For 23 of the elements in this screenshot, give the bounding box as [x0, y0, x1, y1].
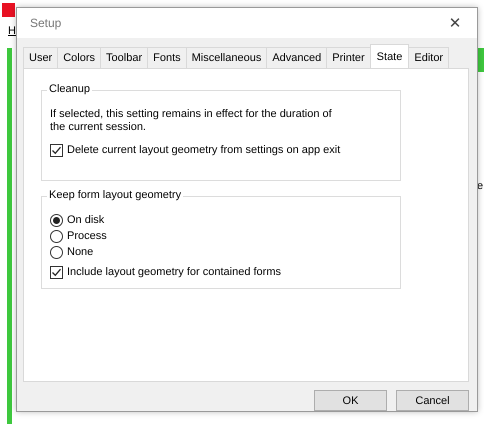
close-button[interactable]: ✕: [433, 8, 477, 38]
group-title: Keep form layout geometry: [47, 189, 184, 201]
tab[interactable]: Editor: [408, 47, 450, 68]
dialog-button[interactable]: OK: [314, 390, 387, 411]
menu-item[interactable]: H: [8, 25, 16, 37]
window-title: Setup: [30, 16, 62, 30]
dialog-button[interactable]: Cancel: [396, 390, 469, 411]
radio-label[interactable]: On disk: [67, 214, 104, 226]
checkbox-label[interactable]: Include layout geometry for contained forms: [67, 266, 282, 278]
group-title: Cleanup: [47, 83, 92, 95]
checkbox-label[interactable]: Delete current layout geometry from settings on app exit: [67, 144, 340, 156]
radio-label[interactable]: None: [67, 246, 94, 258]
tab[interactable]: User: [23, 47, 58, 68]
radio-button[interactable]: [50, 246, 63, 258]
tab[interactable]: State: [370, 44, 410, 68]
radio-button[interactable]: [50, 214, 63, 226]
checkbox[interactable]: [50, 144, 63, 156]
radio-button[interactable]: [50, 230, 63, 242]
radio-label[interactable]: Process: [67, 230, 107, 242]
status-bar: [478, 48, 484, 72]
app-icon: [2, 3, 15, 17]
checkbox[interactable]: [50, 266, 63, 278]
description-text: If selected, this setting remains in effect for the duration of the current session.: [50, 108, 333, 134]
